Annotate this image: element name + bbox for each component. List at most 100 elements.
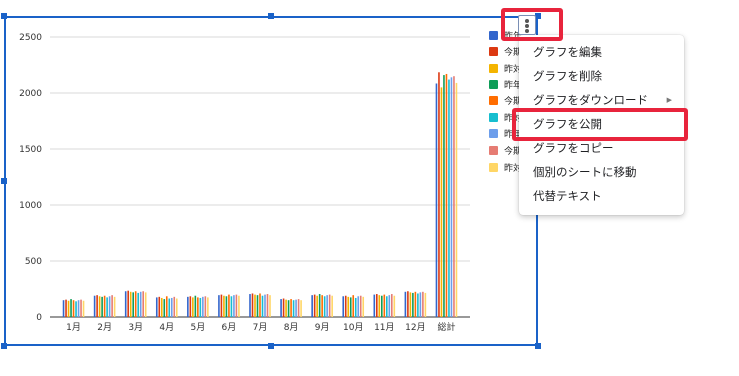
- menu-item-publish-chart[interactable]: グラフを公開: [519, 112, 684, 136]
- legend-swatch: [489, 96, 498, 105]
- bar: [103, 295, 106, 317]
- bar: [435, 83, 438, 317]
- bar: [407, 291, 409, 317]
- bar: [404, 291, 407, 317]
- legend-swatch: [489, 129, 498, 138]
- bar: [381, 295, 383, 317]
- menu-item-delete-chart[interactable]: グラフを削除: [519, 64, 684, 88]
- bar: [254, 294, 256, 317]
- bar: [290, 299, 292, 317]
- bar: [65, 299, 67, 317]
- bar: [455, 82, 458, 317]
- bar: [450, 77, 453, 317]
- bar: [160, 297, 163, 317]
- bar: [113, 296, 116, 317]
- bar: [321, 295, 323, 317]
- menu-item-download-chart[interactable]: グラフをダウンロード ▶: [519, 88, 684, 112]
- bar: [388, 295, 391, 317]
- bar: [328, 294, 331, 317]
- bar: [448, 79, 450, 317]
- bar: [75, 301, 77, 317]
- bar: [280, 299, 282, 317]
- bar: [347, 296, 350, 317]
- y-tick-label: 2500: [19, 33, 42, 43]
- bar: [204, 296, 207, 317]
- bar: [168, 298, 171, 317]
- bar: [264, 294, 266, 317]
- bar: [158, 296, 161, 317]
- bar: [70, 299, 72, 317]
- menu-item-label: グラフをコピー: [533, 141, 614, 155]
- bar: [453, 76, 455, 317]
- bar: [111, 295, 113, 317]
- bar: [124, 291, 127, 317]
- bar: [422, 291, 424, 317]
- bar: [93, 295, 96, 317]
- bar: [256, 295, 259, 317]
- x-tick-label: 2月: [97, 322, 112, 333]
- x-tick-label: 12月: [405, 322, 425, 333]
- bar: [417, 293, 419, 317]
- bar: [173, 296, 176, 317]
- menu-item-label: 代替テキスト: [533, 189, 602, 203]
- bar: [269, 295, 271, 317]
- x-tick-label: 9月: [315, 322, 330, 333]
- x-tick-label: 6月: [222, 322, 237, 333]
- bar: [266, 294, 269, 317]
- bar: [96, 295, 98, 317]
- bar: [98, 296, 101, 317]
- bar: [300, 300, 302, 317]
- bar: [285, 299, 287, 317]
- bar: [62, 300, 65, 317]
- bar: [354, 297, 357, 317]
- bar: [220, 294, 223, 317]
- bar: [414, 291, 417, 317]
- bar: [311, 295, 313, 317]
- bar: [155, 297, 158, 317]
- bar: [342, 296, 345, 317]
- bar: [344, 295, 347, 317]
- bar: [80, 299, 82, 317]
- bar: [373, 294, 376, 317]
- bar: [225, 296, 228, 317]
- bar: [359, 295, 362, 317]
- bar: [378, 295, 381, 317]
- bar: [391, 294, 393, 317]
- x-tick-label: 4月: [159, 322, 174, 333]
- menu-item-copy-chart[interactable]: グラフをコピー: [519, 136, 684, 160]
- bar: [207, 297, 209, 317]
- bar: [129, 291, 132, 317]
- bar: [187, 296, 189, 317]
- bar: [287, 300, 290, 317]
- bar: [376, 294, 378, 317]
- bar: [175, 298, 178, 317]
- menu-item-alt-text[interactable]: 代替テキスト: [519, 184, 684, 208]
- x-tick-label: 3月: [128, 322, 143, 333]
- x-tick-label: 11月: [374, 322, 394, 333]
- bar: [386, 296, 388, 317]
- bar: [233, 295, 235, 317]
- bar: [165, 296, 168, 317]
- bar: [139, 291, 142, 317]
- legend-swatch: [489, 163, 498, 172]
- legend-swatch: [489, 64, 498, 73]
- legend-swatch: [489, 113, 498, 122]
- bar: [295, 299, 297, 317]
- bar: [419, 292, 422, 317]
- bar: [323, 296, 326, 317]
- bar: [170, 297, 173, 317]
- bar: [445, 73, 448, 318]
- bar: [440, 87, 443, 318]
- more-vertical-icon[interactable]: [518, 15, 536, 35]
- bar: [443, 75, 445, 317]
- menu-item-move-to-sheet[interactable]: 個別のシートに移動: [519, 160, 684, 184]
- y-tick-label: 0: [36, 313, 42, 323]
- bar: [189, 296, 192, 317]
- y-tick-label: 2000: [19, 89, 42, 99]
- bar: [67, 300, 70, 317]
- bar: [82, 300, 85, 317]
- menu-item-label: グラフを削除: [533, 69, 602, 83]
- bar: [228, 294, 230, 317]
- menu-item-edit-chart[interactable]: グラフを編集: [519, 40, 684, 64]
- y-tick-label: 500: [25, 257, 42, 267]
